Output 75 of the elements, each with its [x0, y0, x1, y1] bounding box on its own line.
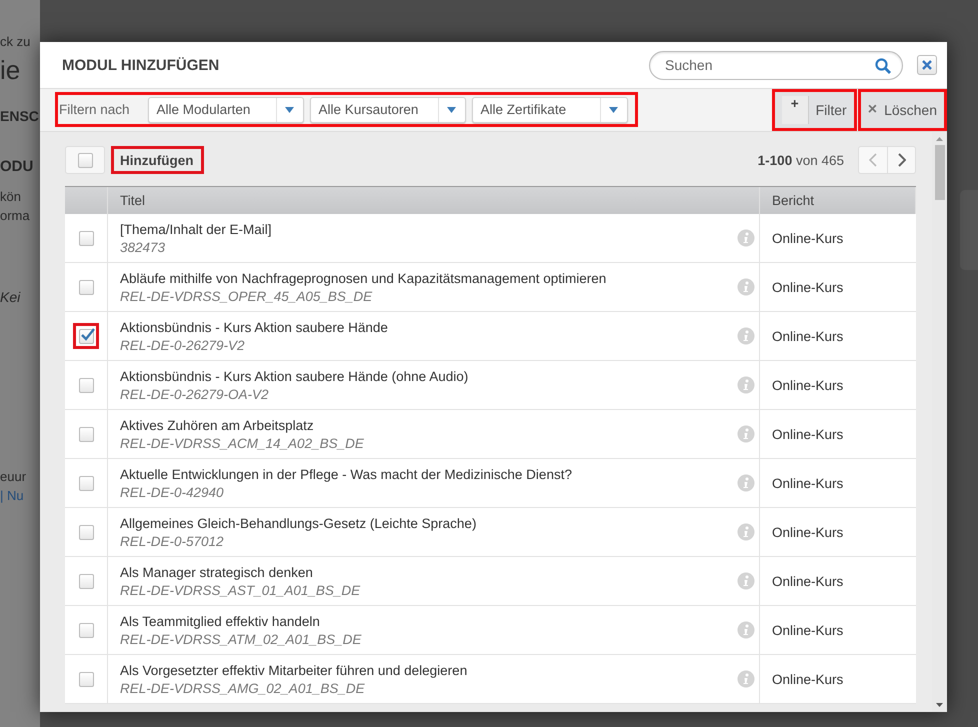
add-filter-button[interactable]: + Filter: [772, 89, 857, 131]
module-title: Aktuelle Entwicklungen in der Pflege - Was macht der Medizinische Dienst?: [120, 466, 573, 482]
module-title: Als Vorgesetzter effektiv Mitarbeiter führen und delegieren: [120, 662, 468, 678]
scrollbar-thumb[interactable]: [934, 145, 944, 200]
info-icon[interactable]: [737, 376, 755, 394]
module-code: REL-DE-VDRSS_OPER_45_A05_BS_DE: [120, 288, 374, 304]
pagination-range: 1-100 von 465: [758, 152, 844, 168]
chevron-left-icon: [869, 153, 877, 167]
search-icon[interactable]: [875, 58, 891, 74]
background-text: ODU: [0, 158, 34, 175]
report-type: Online-Kurs: [772, 524, 844, 540]
module-title: Aktionsbündnis - Kurs Aktion saubere Hände: [120, 320, 389, 334]
info-icon[interactable]: [737, 474, 755, 492]
info-icon[interactable]: [737, 572, 755, 590]
report-type: Online-Kurs: [772, 328, 844, 344]
background-text: euur: [0, 469, 28, 484]
module-code: REL-DE-0-26279-V2: [120, 338, 246, 352]
module-code: REL-DE-VDRSS_AST_01_A01_BS_DE: [120, 582, 362, 598]
module-title: Aktives Zuhören am Arbeitsplatz: [120, 418, 315, 432]
row-checkbox[interactable]: [73, 323, 99, 349]
report-type: Online-Kurs: [772, 378, 844, 392]
background-text: orma: [0, 208, 31, 223]
module-title: Aktionsbündnis - Kurs Aktion saubere Hände (ohne Audio): [120, 368, 470, 384]
report-type: Online-Kurs: [772, 230, 844, 246]
info-icon[interactable]: [737, 278, 755, 296]
caret-icon: [447, 106, 456, 112]
background-text: Kei: [0, 289, 22, 305]
module-title: Als Manager strategisch denken: [120, 564, 314, 580]
info-icon[interactable]: [737, 229, 755, 247]
info-icon[interactable]: [737, 670, 755, 688]
background-text: kön: [0, 189, 22, 204]
clear-button[interactable]: × Löschen: [858, 89, 947, 131]
module-code: REL-DE-VDRSS_ATM_02_A01_BS_DE: [120, 632, 362, 646]
module-code: REL-DE-0-57012: [120, 534, 225, 548]
module-title: Abläufe mithilfe von Nachfrageprognosen und Kapazitätsmanagement optimieren: [120, 270, 608, 286]
report-type: Online-Kurs: [772, 476, 844, 490]
scrollbar[interactable]: [932, 132, 947, 712]
info-icon[interactable]: [737, 327, 755, 345]
background-text: | Nu: [0, 488, 25, 503]
background-text: ENSC: [0, 108, 40, 124]
module-code: REL-DE-VDRSS_ACM_14_A02_BS_DE: [120, 436, 365, 450]
module-code: REL-DE-VDRSS_AMG_02_A01_BS_DE: [120, 680, 366, 696]
report-type: Online-Kurs: [772, 622, 844, 638]
close-icon: [922, 60, 932, 70]
filter-dropdown[interactable]: Alle Modularten: [148, 96, 304, 122]
background-text: ie: [0, 55, 22, 86]
module-code: REL-DE-0-42940: [120, 484, 225, 500]
module-code: REL-DE-0-26279-OA-V2: [120, 386, 270, 402]
module-title: Allgemeines Gleich-Behandlungs-Gesetz (Leichte Sprache): [120, 516, 478, 530]
background-text: ck zu: [0, 34, 32, 49]
info-icon[interactable]: [737, 425, 755, 443]
report-type: Online-Kurs: [772, 672, 844, 686]
module-code: 382473: [120, 240, 166, 254]
info-icon[interactable]: [737, 523, 755, 541]
module-title: [Thema/Inhalt der E-Mail]: [120, 222, 273, 236]
dialog-title: MODUL HINZUFÜGEN: [62, 56, 220, 74]
caret-icon: [285, 106, 294, 112]
close-button[interactable]: [917, 55, 937, 75]
select-all-checkbox[interactable]: [78, 152, 92, 168]
filter-dropdown[interactable]: Alle Zertifikate: [472, 96, 628, 122]
select-all-button[interactable]: [65, 146, 105, 174]
caret-icon: [609, 106, 618, 112]
checkmark-icon: [80, 326, 94, 342]
info-icon[interactable]: [737, 621, 755, 639]
module-title: Als Teammitglied effektiv handeln: [120, 614, 321, 628]
filter-label: Filtern nach: [59, 102, 130, 117]
filter-dropdown[interactable]: Alle Kursautoren: [310, 96, 466, 122]
report-type: Online-Kurs: [772, 280, 844, 294]
scroll-down-icon[interactable]: [936, 703, 943, 707]
report-type: Online-Kurs: [772, 574, 844, 588]
add-button[interactable]: Hinzufügen: [111, 146, 204, 174]
chevron-right-icon: [898, 153, 906, 167]
scroll-up-icon[interactable]: [936, 137, 943, 141]
search-field[interactable]: Suchen: [649, 50, 903, 80]
report-type: Online-Kurs: [772, 426, 844, 442]
